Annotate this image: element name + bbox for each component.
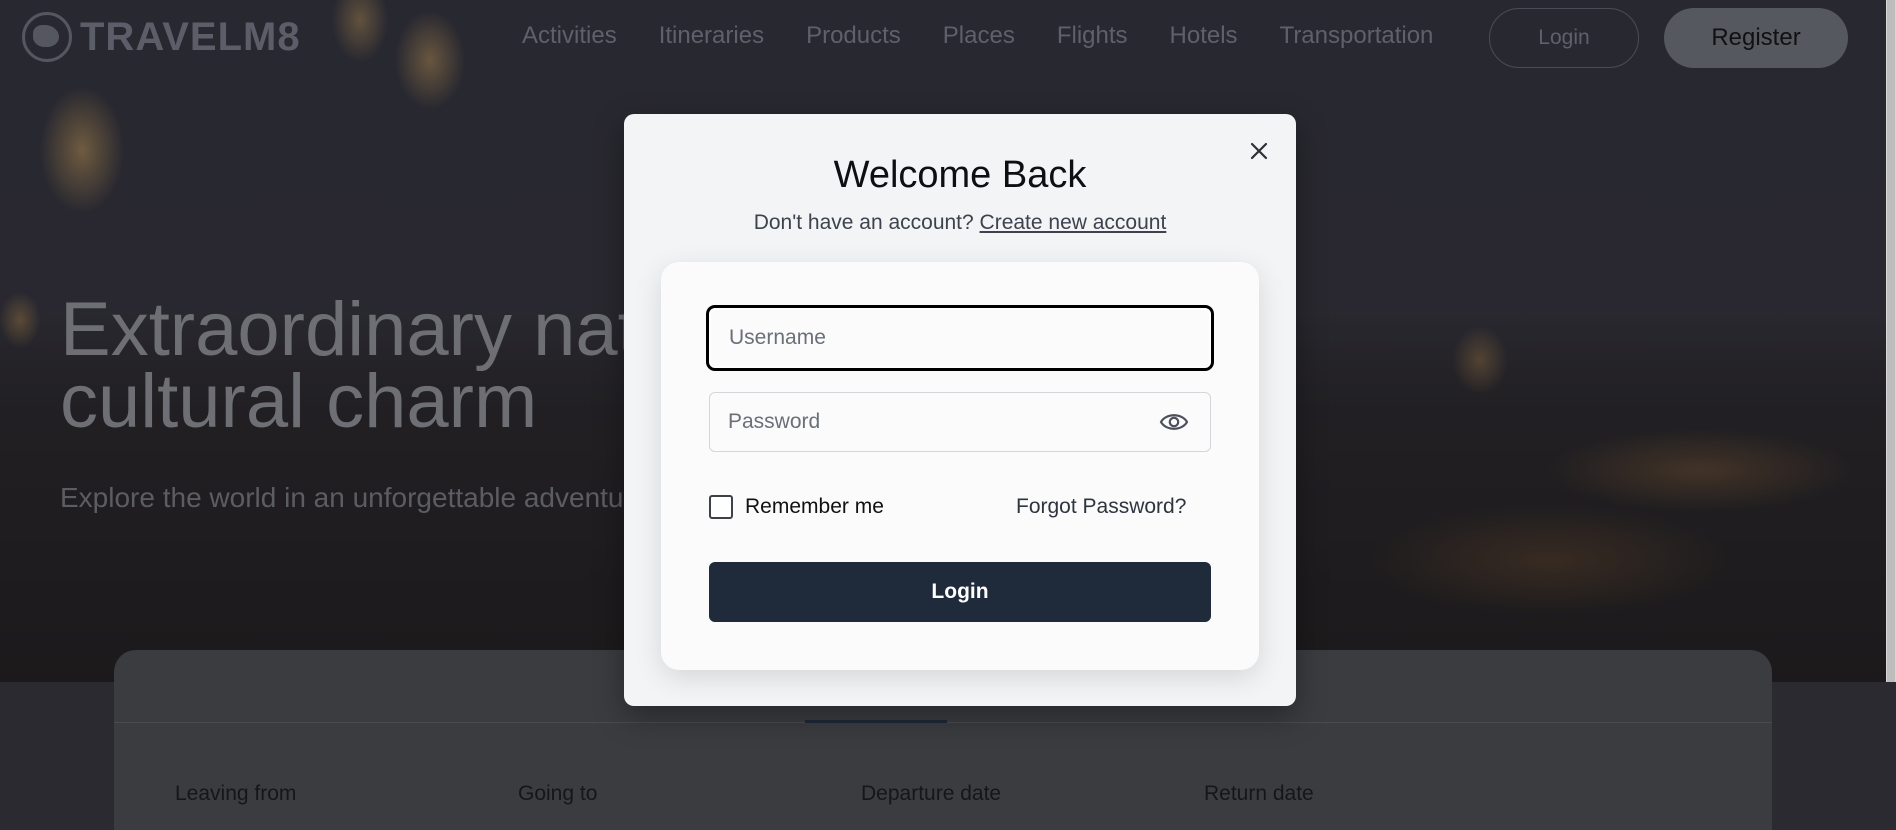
hero-subtitle: Explore the world in an unforgettable ad… bbox=[60, 482, 649, 513]
show-password-icon[interactable] bbox=[1159, 410, 1189, 434]
modal-title: Welcome Back bbox=[833, 154, 1087, 196]
modal-subtitle: Don't have an account? Create new accoun… bbox=[624, 211, 1296, 235]
remember-me-checkbox[interactable] bbox=[709, 495, 733, 519]
create-account-link[interactable]: Create new account bbox=[980, 211, 1167, 234]
nav-item-places[interactable]: Places bbox=[943, 22, 1015, 50]
header-register-button[interactable]: Register bbox=[1664, 8, 1848, 68]
return-date-label: Return date bbox=[1204, 782, 1314, 805]
username-input[interactable] bbox=[709, 308, 1211, 368]
login-form: Remember me Forgot Password? Login bbox=[661, 262, 1259, 670]
forgot-password-link[interactable]: Forgot Password? bbox=[1016, 495, 1186, 519]
active-tab-indicator bbox=[805, 720, 947, 723]
nav-item-hotels[interactable]: Hotels bbox=[1170, 22, 1238, 50]
signup-prompt: Don't have an account? bbox=[753, 211, 974, 234]
login-modal: Welcome Back Don't have an account? Crea… bbox=[624, 114, 1296, 706]
main-nav: Activities Itineraries Products Places F… bbox=[522, 22, 1475, 50]
leaving-from-label: Leaving from bbox=[175, 782, 297, 805]
remember-me[interactable]: Remember me bbox=[709, 495, 884, 519]
nav-item-transportation[interactable]: Transportation bbox=[1280, 22, 1434, 50]
password-input[interactable] bbox=[709, 392, 1211, 452]
logo-text: TRAVELM8 bbox=[80, 14, 301, 59]
nav-item-products[interactable]: Products bbox=[806, 22, 901, 50]
globe-icon bbox=[22, 12, 72, 62]
header-login-button[interactable]: Login bbox=[1489, 8, 1639, 68]
scrollbar-thumb[interactable] bbox=[1887, 0, 1895, 682]
departure-date-label: Departure date bbox=[861, 782, 1002, 805]
scrollbar[interactable] bbox=[1886, 0, 1896, 682]
remember-me-label: Remember me bbox=[745, 495, 884, 518]
going-to-label: Going to bbox=[518, 782, 598, 805]
logo[interactable]: TRAVELM8 bbox=[22, 12, 301, 62]
login-button[interactable]: Login bbox=[709, 562, 1211, 622]
nav-item-flights[interactable]: Flights bbox=[1057, 22, 1128, 50]
nav-item-itineraries[interactable]: Itineraries bbox=[659, 22, 764, 50]
nav-item-activities[interactable]: Activities bbox=[522, 22, 617, 50]
